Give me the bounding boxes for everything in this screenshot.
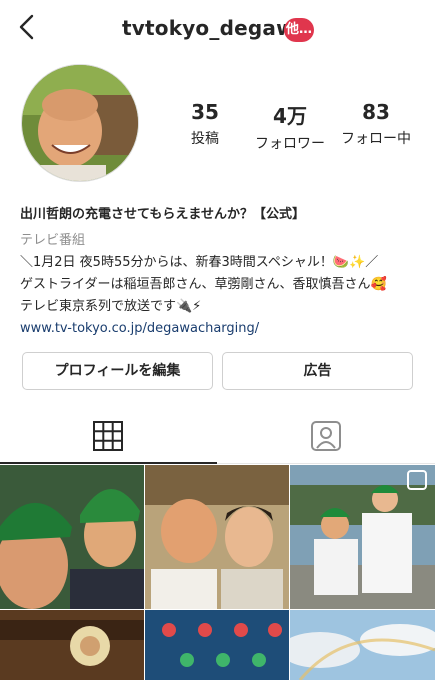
posts-grid bbox=[0, 465, 435, 680]
tagged-person-icon bbox=[311, 421, 341, 451]
stat-followers[interactable]: 4万 フォロワー bbox=[245, 100, 335, 153]
profile-website-link[interactable]: www.tv-tokyo.co.jp/degawacharging/ bbox=[20, 318, 420, 340]
profile-display-name: 出川哲朗の充電させてもらえませんか？【公式】 bbox=[20, 207, 305, 222]
back-button[interactable] bbox=[12, 12, 42, 42]
profile-avatar[interactable] bbox=[21, 64, 139, 182]
profile-bio: 出川哲朗の充電させてもらえませんか？【公式】 テレビ番組 ＼1月2日 夜5時55… bbox=[20, 204, 420, 340]
tab-tagged[interactable] bbox=[218, 410, 435, 464]
chevron-left-icon bbox=[19, 14, 34, 40]
bio-line: ＼1月2日 夜5時55分からは、新春3時間スペシャル！🍉✨／ bbox=[20, 255, 379, 270]
following-label: フォロー中 bbox=[341, 131, 411, 147]
grid-post[interactable] bbox=[290, 610, 435, 680]
profile-category: テレビ番組 bbox=[20, 233, 86, 248]
grid-post[interactable] bbox=[0, 610, 144, 680]
grid-post[interactable] bbox=[145, 610, 289, 680]
grid-post[interactable] bbox=[0, 465, 144, 609]
ads-button[interactable]: 広告 bbox=[222, 352, 413, 390]
bio-line: テレビ東京系列で放送です🔌⚡ bbox=[20, 299, 202, 314]
bio-line: ゲストライダーは稲垣吾郎さん、草彅剛さん、香取慎吾さん🥰 bbox=[20, 277, 387, 292]
stat-following[interactable]: 83 フォロー中 bbox=[331, 100, 421, 148]
posts-label: 投稿 bbox=[191, 131, 219, 147]
followers-label: フォロワー bbox=[255, 136, 325, 152]
posts-count: 35 bbox=[191, 100, 219, 124]
notification-badge[interactable]: 他… bbox=[284, 18, 314, 42]
stat-posts[interactable]: 35 投稿 bbox=[160, 100, 250, 148]
followers-count: 4万 bbox=[273, 104, 307, 128]
grid-post[interactable] bbox=[145, 465, 289, 609]
top-bar: tvtokyo_degawa 他… bbox=[0, 0, 435, 62]
profile-username: tvtokyo_degawa bbox=[122, 16, 309, 40]
tab-posts-grid[interactable] bbox=[0, 410, 217, 464]
profile-tabs bbox=[0, 410, 435, 464]
following-count: 83 bbox=[362, 100, 390, 124]
grid-icon bbox=[93, 421, 123, 451]
edit-profile-button[interactable]: プロフィールを編集 bbox=[22, 352, 213, 390]
grid-post[interactable] bbox=[290, 465, 435, 609]
